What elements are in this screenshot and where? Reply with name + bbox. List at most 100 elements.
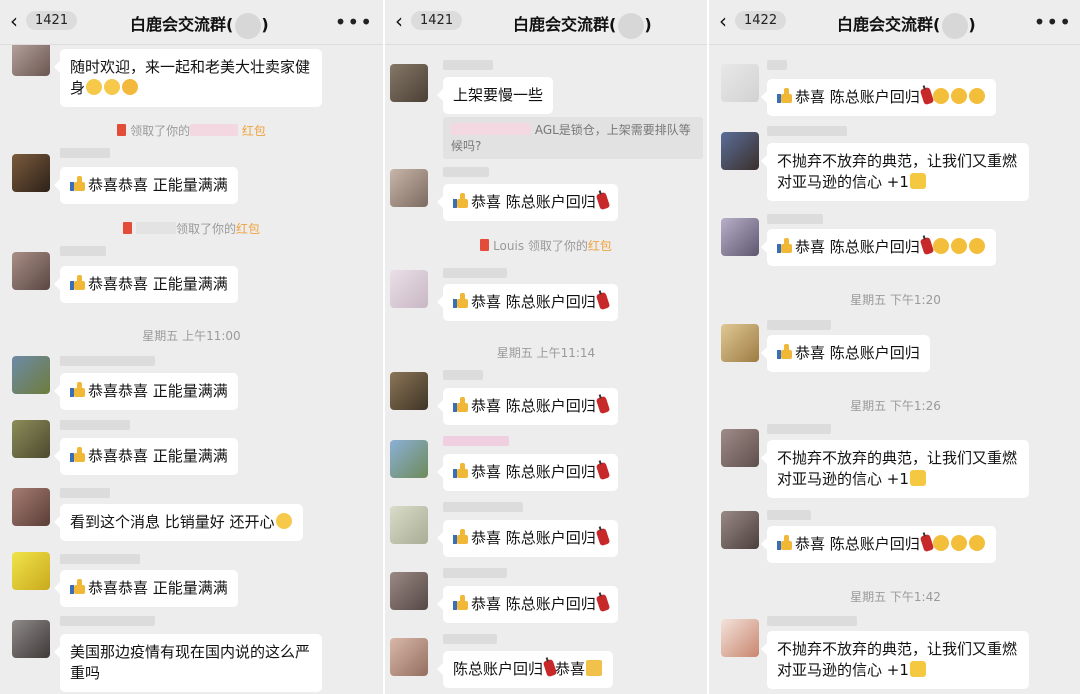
message-bubble[interactable]: 陈总账户回归 恭喜 (436, 651, 614, 688)
chat-panel-2: ‹ 1421 白鹿会交流群() 上架要慢一些 AGL是锁仓，上架需要排队等候吗?… (383, 0, 707, 694)
avatar[interactable] (390, 572, 428, 610)
avatar[interactable] (390, 64, 428, 102)
banana-icon (909, 661, 926, 677)
avatar[interactable] (721, 324, 759, 362)
message-bubble[interactable]: 恭喜 陈总账户回归 (437, 520, 618, 557)
thumbs-up-icon (453, 397, 469, 413)
message-bubble[interactable]: 恭喜 陈总账户回归 (761, 229, 996, 266)
avatar[interactable] (12, 154, 50, 192)
bowing-emoji (950, 88, 967, 104)
message-bubble[interactable]: 恭喜 陈总账户回归 (437, 454, 618, 491)
timestamp: 星期五 下午1:26 (850, 399, 941, 413)
unread-count-badge[interactable]: 1422 (735, 11, 787, 30)
back-chevron-icon[interactable]: ‹ (719, 11, 727, 31)
avatar[interactable] (12, 552, 50, 590)
message-bubble[interactable]: 恭喜恭喜 正能量满满 (54, 438, 238, 475)
sender-name (60, 554, 140, 564)
firecracker-icon (919, 86, 935, 106)
avatar[interactable] (12, 420, 50, 458)
firecracker-icon (919, 236, 935, 256)
avatar[interactable] (721, 132, 759, 170)
message-bubble[interactable]: 不抛弃不放弃的典范，让我们又重燃对亚马逊的信心 +1 (761, 143, 1029, 201)
message-bubble[interactable]: 恭喜恭喜 正能量满满 (54, 266, 238, 303)
message-bubble[interactable]: 恭喜 陈总账户回归 (437, 284, 618, 321)
thumbs-up-icon (453, 193, 469, 209)
avatar[interactable] (390, 638, 428, 676)
message-bubble[interactable]: 恭喜恭喜 正能量满满 (54, 570, 238, 607)
quoted-message[interactable]: AGL是锁仓，上架需要排队等候吗? (443, 117, 703, 159)
sender-name (443, 60, 493, 70)
message-bubble[interactable]: 恭喜 陈总账户回归 (761, 79, 996, 116)
sender-name (443, 502, 523, 512)
laughing-crying-emoji (86, 79, 103, 95)
back-chevron-icon[interactable]: ‹ (395, 11, 403, 31)
sender-name (443, 268, 507, 278)
avatar[interactable] (12, 488, 50, 526)
back-chevron-icon[interactable]: ‹ (10, 11, 18, 31)
message-bubble[interactable]: 恭喜恭喜 正能量满满 (54, 167, 238, 204)
avatar[interactable] (390, 440, 428, 478)
message-bubble[interactable]: 恭喜恭喜 正能量满满 (54, 373, 238, 410)
message-bubble[interactable]: 恭喜 陈总账户回归 (437, 586, 618, 623)
sender-name (60, 356, 155, 366)
firecracker-icon (595, 527, 611, 547)
firecracker-icon (595, 191, 611, 211)
message-bubble[interactable]: 恭喜 陈总账户回归 (437, 388, 618, 425)
message-bubble[interactable]: 恭喜 陈总账户回归 (761, 526, 996, 563)
chat-header: ‹ 1422 白鹿会交流群() ••• (709, 0, 1080, 45)
message-bubble[interactable]: 看到这个消息 比销量好 还开心 (54, 504, 303, 541)
thumbs-up-icon (777, 535, 793, 551)
avatar[interactable] (721, 619, 759, 657)
timestamp: 星期五 上午11:00 (142, 329, 241, 343)
thumbs-up-icon (453, 529, 469, 545)
unread-count-badge[interactable]: 1421 (411, 11, 463, 30)
avatar[interactable] (12, 252, 50, 290)
avatar[interactable] (721, 511, 759, 549)
thumbs-up-icon (453, 463, 469, 479)
sender-name (443, 436, 509, 446)
avatar[interactable] (721, 64, 759, 102)
red-packet-icon (480, 239, 490, 251)
avatar[interactable] (390, 270, 428, 308)
thumbs-up-icon (453, 595, 469, 611)
sender-name (767, 424, 831, 434)
more-dots-icon[interactable]: ••• (1034, 10, 1072, 34)
avatar[interactable] (390, 506, 428, 544)
message-bubble[interactable]: 不抛弃不放弃的典范，让我们又重燃对亚马逊的信心 +1 (761, 631, 1029, 689)
sender-name (767, 320, 831, 330)
message-bubble[interactable]: 美国那边疫情有现在国内说的这么严重吗 (54, 634, 322, 692)
bowing-emoji (968, 88, 985, 104)
message-bubble[interactable]: 恭喜 陈总账户回归 (437, 184, 618, 221)
thumbs-up-icon (777, 238, 793, 254)
grinning-emoji (275, 513, 292, 529)
avatar[interactable] (390, 169, 428, 207)
thumbs-up-icon (70, 447, 86, 463)
timestamp: 星期五 下午1:20 (850, 293, 941, 307)
avatar[interactable] (721, 218, 759, 256)
bowing-emoji (950, 535, 967, 551)
avatar[interactable] (390, 372, 428, 410)
firecracker-icon (595, 291, 611, 311)
sender-name (60, 616, 155, 626)
chat-title: 白鹿会交流群() (513, 11, 652, 39)
unread-count-badge[interactable]: 1421 (26, 11, 78, 30)
message-bubble[interactable]: 上架要慢一些 (436, 77, 554, 114)
thumbs-up-icon (777, 88, 793, 104)
chat-header: ‹ 1421 白鹿会交流群() (385, 0, 707, 45)
avatar[interactable] (12, 620, 50, 658)
firecracker-icon (919, 533, 935, 553)
thumbs-up-icon (777, 344, 793, 360)
sender-name (60, 148, 110, 158)
firecracker-icon (595, 395, 611, 415)
more-dots-icon[interactable]: ••• (335, 10, 373, 34)
message-bubble[interactable]: 不抛弃不放弃的典范，让我们又重燃对亚马逊的信心 +1 (761, 440, 1029, 498)
avatar[interactable] (12, 356, 50, 394)
message-bubble[interactable]: 随时欢迎，来一起和老美大壮卖家健身 (54, 49, 322, 107)
chat-title: 白鹿会交流群() (837, 11, 976, 39)
message-bubble[interactable]: 恭喜 陈总账户回归 (761, 335, 930, 372)
sender-name (443, 568, 507, 578)
avatar[interactable] (721, 429, 759, 467)
red-packet-icon (122, 222, 132, 234)
firecracker-icon (595, 461, 611, 481)
thumbs-up-icon (70, 176, 86, 192)
